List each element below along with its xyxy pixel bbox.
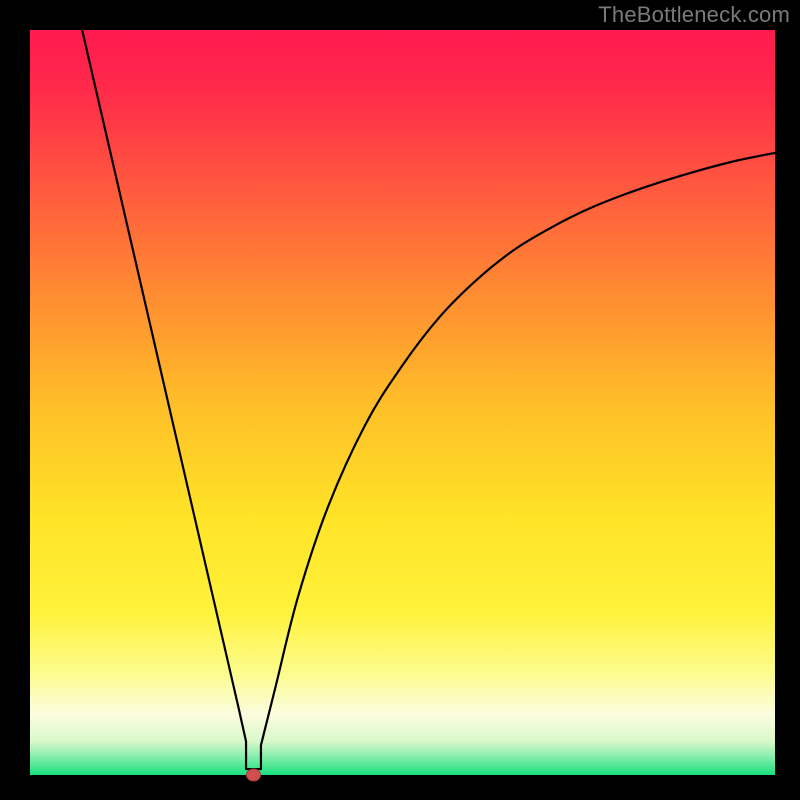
bottleneck-chart bbox=[0, 0, 800, 800]
minimum-marker bbox=[247, 769, 261, 781]
watermark-text: TheBottleneck.com bbox=[598, 2, 790, 28]
plot-background bbox=[30, 30, 775, 775]
chart-frame: TheBottleneck.com bbox=[0, 0, 800, 800]
